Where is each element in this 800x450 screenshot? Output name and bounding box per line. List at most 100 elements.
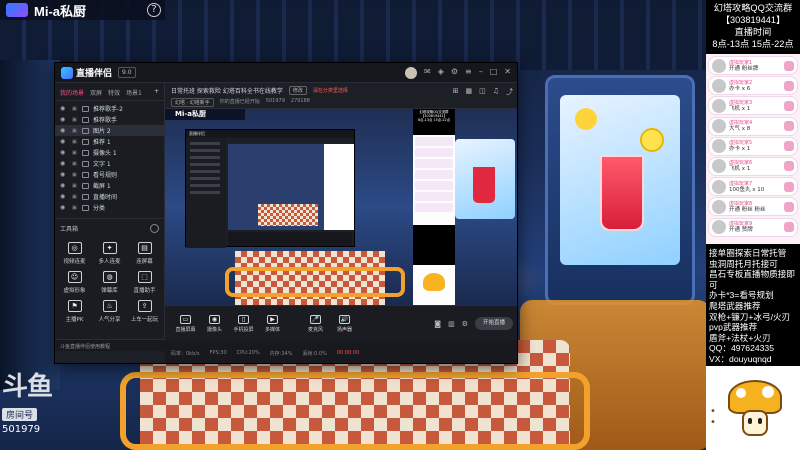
tab-my-scene[interactable]: 我的场景	[60, 88, 84, 97]
toolbox-toggle-icon[interactable]	[150, 224, 159, 233]
eye-icon[interactable]: ◉	[60, 182, 68, 189]
note-line: VX：douyuqnqd	[709, 353, 772, 364]
tool-video-link[interactable]: ◎ 视频连麦	[58, 242, 91, 265]
speaker-button[interactable]: 🔊 扬声器	[330, 314, 359, 333]
message-icon[interactable]: ✉	[424, 67, 431, 79]
eye-icon[interactable]: ◉	[60, 160, 68, 167]
fps-status: FPS:30	[209, 350, 227, 356]
microphone-button[interactable]: 🎤 麦克风	[301, 314, 330, 333]
list-item: 虚拟玩家6 飞机 x 1	[708, 156, 798, 176]
lock-icon[interactable]: ▣	[72, 139, 78, 145]
cpu-status: CPU:20%	[236, 350, 260, 356]
douyu-logo: 斗鱼	[2, 371, 53, 401]
service-notes: 接单圈探索日常托管 虫洞周托月托接可 昌石专板直播物质接即可 办卡*3=看号规划…	[706, 246, 800, 367]
source-row[interactable]: ◉ ▣ 推荐歌手	[55, 114, 164, 125]
source-row[interactable]: ◉ ▣ 推荐歌手-2	[55, 103, 164, 114]
tab-effects[interactable]: 特效	[108, 88, 120, 97]
lock-icon[interactable]: ▣	[72, 172, 78, 178]
tool-label: 虚拟形象	[63, 288, 86, 294]
tool-label: 弹幕库	[101, 288, 118, 294]
eye-icon[interactable]: ◉	[60, 116, 68, 123]
source-row[interactable]: ◉ ▣ 分类	[55, 202, 164, 213]
gift-text: 大气 x 8	[729, 126, 751, 133]
record-video-icon[interactable]: ◙	[434, 320, 441, 328]
source-type-icon	[82, 160, 89, 167]
gift-text: 飞机 x 1	[729, 105, 751, 112]
danmaku-icon: ◍	[102, 271, 117, 283]
source-row[interactable]: ◉ ▣ 推荐 1	[55, 136, 164, 147]
bell-icon[interactable]: ♫	[493, 87, 499, 97]
tool-share[interactable]: ♨ 人气分享	[93, 300, 126, 323]
source-type-icon	[82, 171, 89, 178]
preview-gift-item	[415, 192, 453, 201]
note-line: 昌石专板直播物质接即可	[709, 269, 795, 290]
settings-icon[interactable]: ⚙	[451, 67, 458, 79]
user-avatar[interactable]	[405, 66, 417, 79]
lock-icon[interactable]: ▣	[72, 128, 78, 134]
share-out-icon[interactable]: ⤴	[506, 87, 513, 97]
add-screen-button[interactable]: ▭ 直播屏幕	[171, 314, 200, 333]
lock-icon[interactable]: ▣	[72, 194, 78, 200]
tool-label: 连屏幕	[136, 259, 153, 265]
tool-label: 视频连麦	[63, 259, 86, 265]
maximize-icon[interactable]: □	[490, 67, 498, 79]
lock-icon[interactable]: ▣	[72, 117, 78, 123]
settings-gear-icon[interactable]: ⚙	[462, 320, 468, 328]
eye-icon[interactable]: ◉	[60, 193, 68, 200]
tool-danmaku[interactable]: ◍ 弹幕库	[93, 271, 126, 294]
source-row[interactable]: ◉ ▣ 图片 2	[55, 125, 164, 136]
menu-icon[interactable]: ≡	[465, 67, 472, 79]
source-row[interactable]: ◉ ▣ 截屏 1	[55, 180, 164, 191]
lock-icon[interactable]: ▣	[72, 106, 78, 112]
record-icon[interactable]: ⊞	[453, 87, 459, 97]
poster-drink-glass	[600, 155, 644, 231]
tool-screen-link[interactable]: ▤ 连屏幕	[128, 242, 161, 265]
lock-icon[interactable]: ▣	[72, 205, 78, 211]
dots-decoration: • •	[710, 406, 716, 428]
tool-ride-together[interactable]: ⇪ 上车一起玩	[128, 300, 161, 323]
add-camera-button[interactable]: ◉ 摄像头	[200, 314, 229, 333]
add-media-button[interactable]: ▶ 多媒体	[258, 314, 287, 333]
edit-title-button[interactable]: 修改	[288, 86, 307, 95]
start-live-button[interactable]: 开始直播	[475, 317, 513, 330]
eye-icon[interactable]: ◉	[60, 204, 68, 211]
preview-channel-name: Mi-a私厨	[165, 109, 245, 120]
gift-icon[interactable]: ◈	[438, 67, 444, 79]
stats-icon[interactable]: ▥	[448, 320, 455, 328]
eye-icon[interactable]: ◉	[60, 149, 68, 156]
scene-wall	[0, 60, 60, 390]
lock-icon[interactable]: ▣	[72, 183, 78, 189]
screenshot-icon[interactable]: ◫	[479, 87, 486, 97]
lock-icon[interactable]: ▣	[72, 150, 78, 156]
tool-assistant[interactable]: ⬚ 直播助手	[128, 271, 161, 294]
eye-icon[interactable]: ◉	[60, 138, 68, 145]
preview-gift-item	[415, 203, 453, 212]
layout-icon[interactable]: ▦	[465, 87, 472, 97]
lock-icon[interactable]: ▣	[72, 161, 78, 167]
close-icon[interactable]: ✕	[504, 67, 511, 79]
help-icon[interactable]: ?	[147, 3, 161, 17]
nested-app-title: 直播伴侣	[186, 130, 354, 138]
eye-icon[interactable]: ◉	[60, 105, 68, 112]
source-toolbar: ▭ 直播屏幕 ◉ 摄像头 ▯ 手机投屏 ▶ 多媒体 🎤 麦克风 🔊 扬声器 ◙ ▥ ⚙ 开始…	[165, 305, 517, 341]
minimize-icon[interactable]: –	[479, 67, 483, 79]
eye-icon[interactable]: ◉	[60, 127, 68, 134]
add-scene-button[interactable]: +	[154, 88, 159, 97]
gift-icon	[784, 181, 794, 192]
stream-preview[interactable]: Mi-a私厨 直播伴侣 幻塔攻略QQ交流群 【303819441】 8点-13点…	[165, 109, 517, 305]
tool-pk[interactable]: ⚑ 主播PK	[58, 300, 91, 323]
add-phone-cast-button[interactable]: ▯ 手机投屏	[229, 314, 258, 333]
source-row[interactable]: ◉ ▣ 摄像头 1	[55, 147, 164, 158]
eye-icon[interactable]: ◉	[60, 171, 68, 178]
tool-avatar[interactable]: ☺ 虚拟形象	[58, 271, 91, 294]
source-row[interactable]: ◉ ▣ 文字 1	[55, 158, 164, 169]
source-row[interactable]: ◉ ▣ 看号规则	[55, 169, 164, 180]
source-row[interactable]: ◉ ▣ 直播时间	[55, 191, 164, 202]
tab-dual-screen[interactable]: 双屏	[90, 88, 102, 97]
source-label: 图片 2	[93, 128, 111, 135]
tab-scene-1[interactable]: 场景1	[126, 88, 142, 97]
category-selector[interactable]: 幻塔 · 幻塔新手	[171, 98, 214, 107]
tool-multi-link[interactable]: ✦ 多人连麦	[93, 242, 126, 265]
tutorial-link[interactable]: 斗鱼直播伴侣使用教程	[55, 339, 165, 351]
stream-info-header: 日常托班 探索救险 幻塔百科全书在线教学 修改 请在分类里选择 幻塔 · 幻塔新…	[165, 83, 517, 109]
